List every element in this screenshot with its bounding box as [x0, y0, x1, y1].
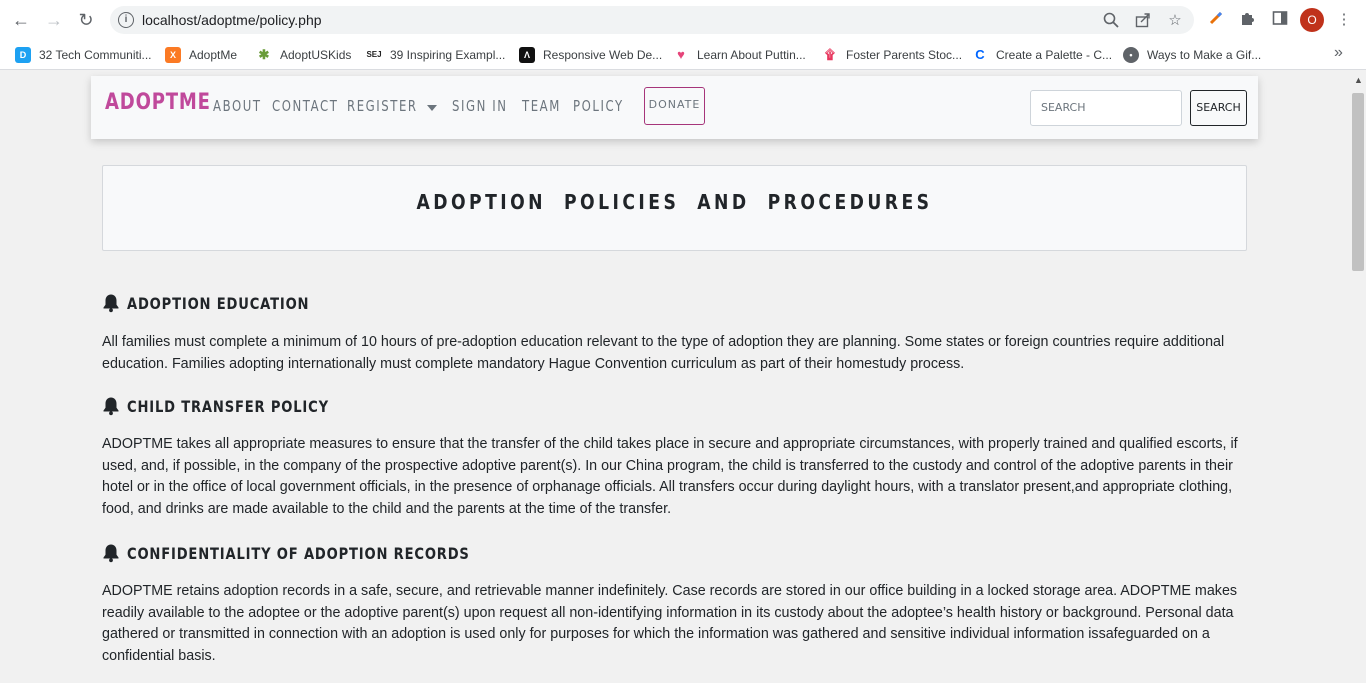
zoom-icon[interactable]: [1102, 12, 1120, 30]
bookmark-label: Learn About Puttin...: [697, 48, 806, 62]
paragraph-line: food, and drinks are made available to t…: [102, 500, 672, 517]
pen-extension-icon[interactable]: [1206, 10, 1226, 30]
bookmark-label: 39 Inspiring Exampl...: [390, 48, 506, 62]
bookmark-label: Foster Parents Stoc...: [846, 48, 963, 62]
site-info-icon[interactable]: i: [118, 12, 134, 28]
more-bookmarks-icon[interactable]: »: [1334, 44, 1343, 62]
paragraph-line: All families must complete a minimum of …: [102, 334, 1225, 350]
search-button[interactable]: SEARCH: [1190, 90, 1247, 126]
tech-favicon-icon: D: [15, 47, 31, 63]
section-heading: CONFIDENTIALITY OF ADOPTION RECORDS: [102, 543, 545, 563]
bookmark-item[interactable]: D 32 Tech Communiti...: [15, 44, 152, 66]
bookmark-item[interactable]: SEJ 39 Inspiring Exampl...: [366, 44, 505, 66]
page-title: ADOPTION POLICIES AND PROCEDURES: [416, 190, 933, 214]
xampp-favicon-icon: X: [165, 47, 181, 63]
globe-favicon-icon: •: [1123, 47, 1139, 63]
bookmark-label: Ways to Make a Gif...: [1147, 48, 1262, 62]
section-title: CONFIDENTIALITY OF ADOPTION RECORDS: [127, 543, 470, 563]
scrollbar-thumb[interactable]: [1352, 93, 1364, 271]
scroll-up-arrow-icon[interactable]: ▲: [1354, 75, 1363, 85]
puzzle-icon[interactable]: [1238, 10, 1258, 30]
search-input[interactable]: SEARCH: [1030, 90, 1182, 126]
webdesign-favicon-icon: Λ: [519, 47, 535, 63]
coolors-favicon-icon: C: [972, 47, 988, 63]
bookmark-item[interactable]: C Create a Palette - C...: [972, 44, 1112, 66]
bookmark-item[interactable]: X AdoptMe: [165, 44, 237, 66]
section-paragraph: ADOPTME takes all appropriate measures t…: [102, 434, 1247, 520]
side-panel-icon[interactable]: [1270, 10, 1290, 30]
section-heading: CHILD TRANSFER POLICY: [102, 396, 373, 416]
nav-policy[interactable]: POLICY: [573, 97, 624, 115]
bookmarks-bar: D 32 Tech Communiti... X AdoptMe ✱ AdoptUSK…: [0, 40, 1366, 70]
star-icon[interactable]: ☆: [1166, 12, 1184, 30]
section-paragraph: ADOPTME retains adoption records in a sa…: [102, 581, 1247, 667]
section-heading: ADOPTION EDUCATION: [102, 293, 349, 313]
bookmark-item[interactable]: ♥ Learn About Puttin...: [673, 44, 806, 66]
adoptuskids-favicon-icon: ✱: [256, 47, 272, 63]
bell-icon: [103, 294, 119, 313]
forward-icon[interactable]: →: [42, 8, 66, 32]
paragraph-line: education. Families adopting internation…: [102, 355, 965, 372]
nav-register[interactable]: REGISTER: [347, 97, 418, 115]
sej-favicon-icon: SEJ: [366, 47, 382, 63]
profile-avatar[interactable]: O: [1300, 8, 1324, 32]
paragraph-line: ADOPTME takes all appropriate measures t…: [102, 436, 1238, 452]
reload-icon[interactable]: ↻: [74, 8, 98, 32]
bookmark-label: AdoptMe: [189, 48, 238, 62]
bookmark-item[interactable]: ✱ AdoptUSKids: [256, 44, 351, 66]
bookmark-item[interactable]: • Ways to Make a Gif...: [1123, 44, 1261, 66]
bookmark-label: Responsive Web De...: [543, 48, 663, 62]
browser-toolbar: ← → ↻ i localhost/adoptme/policy.php ☆ O…: [0, 0, 1366, 40]
bookmark-item[interactable]: ۩ Foster Parents Stoc...: [822, 44, 962, 66]
paragraph-line: gathered or transmitted in connection wi…: [102, 626, 1210, 642]
bell-icon: [103, 397, 119, 416]
paragraph-line: hotel or in the office of local governme…: [102, 479, 1233, 495]
bell-icon: [103, 544, 119, 563]
page-title-card: ADOPTION POLICIES AND PROCEDURES: [102, 165, 1247, 251]
url-text[interactable]: localhost/adoptme/policy.php: [142, 12, 322, 28]
bookmark-label: 32 Tech Communiti...: [39, 48, 152, 62]
spiral-favicon-icon: ۩: [822, 47, 838, 63]
site-navbar: ADOPTME ABOUT CONTACT REGISTER SIGN IN T…: [91, 76, 1258, 139]
paragraph-line: used, and, if possible, in the company o…: [102, 457, 1233, 474]
section-paragraph: All families must complete a minimum of …: [102, 332, 1247, 375]
paragraph-line: ADOPTME retains adoption records in a sa…: [102, 583, 1238, 599]
paragraph-line: confidential basis.: [102, 647, 216, 664]
donate-button[interactable]: DONATE: [644, 87, 705, 125]
heart-favicon-icon: ♥: [673, 47, 689, 63]
nav-about[interactable]: ABOUT: [213, 97, 262, 115]
nav-team[interactable]: TEAM: [522, 97, 561, 115]
paragraph-line: readily available to the adoptee or the …: [102, 604, 1234, 621]
back-icon[interactable]: ←: [9, 8, 33, 32]
bookmark-label: Create a Palette - C...: [996, 48, 1113, 62]
bookmark-label: AdoptUSKids: [280, 48, 352, 62]
bookmark-item[interactable]: Λ Responsive Web De...: [519, 44, 662, 66]
register-dropdown-caret-icon[interactable]: [427, 105, 437, 111]
section-title: CHILD TRANSFER POLICY: [127, 396, 329, 416]
brand-logo[interactable]: ADOPTME: [105, 90, 211, 115]
section-title: ADOPTION EDUCATION: [127, 293, 310, 313]
menu-kebab-icon[interactable]: ⋮: [1334, 10, 1354, 30]
nav-contact[interactable]: CONTACT: [272, 97, 338, 115]
share-icon[interactable]: [1134, 12, 1152, 30]
address-bar[interactable]: i localhost/adoptme/policy.php ☆: [110, 6, 1194, 34]
nav-sign-in[interactable]: SIGN IN: [452, 97, 508, 115]
page-viewport: ADOPTME ABOUT CONTACT REGISTER SIGN IN T…: [0, 71, 1350, 683]
vertical-scrollbar[interactable]: ▲: [1350, 71, 1366, 683]
